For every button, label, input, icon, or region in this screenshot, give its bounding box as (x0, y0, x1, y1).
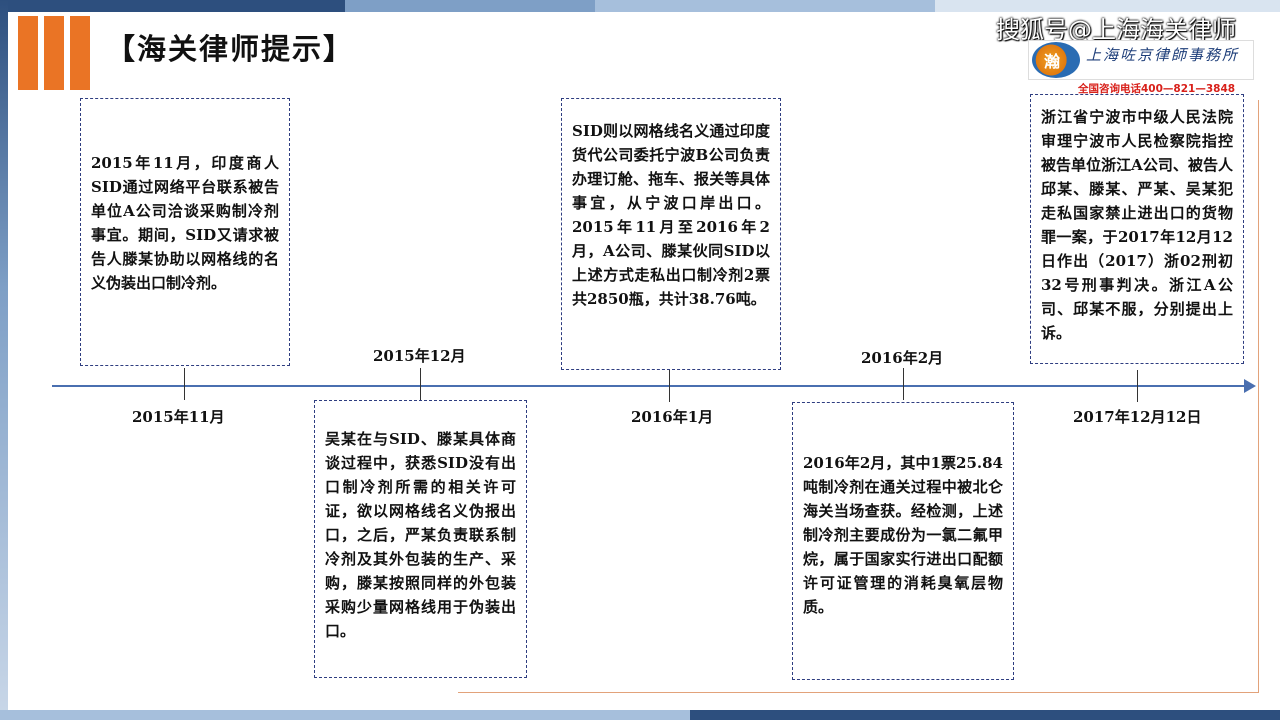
arrow-right-icon (1244, 379, 1256, 393)
orange-frame-line-horizontal (458, 692, 1258, 693)
timeline-axis (52, 385, 1250, 387)
orange-frame-line-vertical (1258, 100, 1259, 693)
timeline-date-2016-01: 2016年1月 (631, 408, 714, 426)
event-box-2016-01: SID则以网格线名义通过印度货代公司委托宁波B公司负责办理订舱、拖车、报关等具体… (561, 98, 781, 370)
timeline-date-2016-02: 2016年2月 (861, 349, 944, 367)
timeline-date-2015-12: 2015年12月 (373, 347, 466, 365)
event-text: 吴某在与SID、滕某具体商谈过程中，获悉SID没有出口制冷剂所需的相关许可证，欲… (325, 430, 516, 640)
logo-firm-name: 上海咗京律師事務所 (1086, 46, 1240, 64)
event-box-2017-12-12: 浙江省宁波市中级人民法院审理宁波市人民检察院指控被告单位浙江A公司、被告人邱某、… (1030, 94, 1244, 364)
event-box-2015-11: 2015年11月，印度商人SID通过网络平台联系被告单位A公司洽谈采购制冷剂事宜… (80, 98, 290, 366)
event-text: 浙江省宁波市中级人民法院审理宁波市人民检察院指控被告单位浙江A公司、被告人邱某、… (1041, 108, 1233, 342)
event-box-2016-02: 2016年2月，其中1票25.84吨制冷剂在通关过程中被北仑海关当场查获。经检测… (792, 402, 1014, 680)
timeline-tick (420, 368, 421, 400)
timeline-tick (184, 368, 185, 400)
timeline-date-2017-12-12: 2017年12月12日 (1073, 408, 1202, 426)
timeline-date-2015-11: 2015年11月 (132, 408, 225, 426)
event-text: 2015年11月，印度商人SID通过网络平台联系被告单位A公司洽谈采购制冷剂事宜… (91, 154, 279, 292)
event-text: 2016年2月，其中1票25.84吨制冷剂在通关过程中被北仑海关当场查获。经检测… (803, 454, 1003, 616)
timeline-tick (903, 368, 904, 400)
bottom-decor-band (0, 710, 1280, 720)
left-decor-band (0, 0, 8, 720)
logo-glyph: 瀚 (1044, 52, 1061, 71)
title-accent-bars (18, 16, 90, 90)
page-title: 【海关律师提示】 (106, 32, 355, 66)
timeline-tick (1137, 370, 1138, 402)
event-box-2015-12: 吴某在与SID、滕某具体商谈过程中，获悉SID没有出口制冷剂所需的相关许可证，欲… (314, 400, 527, 678)
event-text: SID则以网格线名义通过印度货代公司委托宁波B公司负责办理订舱、拖车、报关等具体… (572, 122, 770, 308)
timeline-tick (669, 370, 670, 402)
